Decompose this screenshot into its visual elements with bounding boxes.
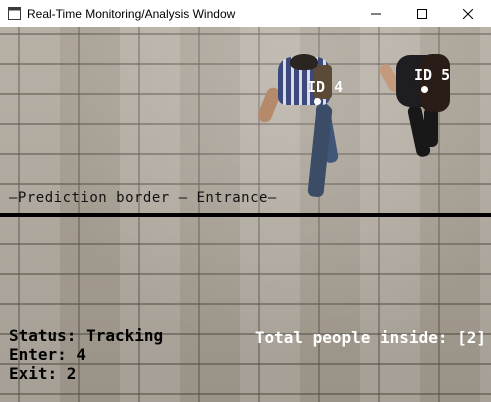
track-id-label: ID 4 (307, 78, 344, 96)
enter-count: Enter: 4 (9, 345, 87, 364)
window-title: Real-Time Monitoring/Analysis Window (27, 6, 236, 21)
entrance-border-line (0, 213, 491, 217)
close-button[interactable] (445, 0, 491, 27)
maximize-button[interactable] (399, 0, 445, 27)
track-id-label: ID 5 (414, 66, 451, 84)
prediction-border-label: —Prediction border — Entrance— (9, 190, 277, 206)
maximize-icon (417, 8, 427, 19)
minimize-button[interactable] (353, 0, 399, 27)
status-text: Status: Tracking (9, 326, 164, 345)
monitoring-window: Real-Time Monitoring/Analysis Window ID … (0, 0, 491, 402)
total-inside-count: Total people inside: [2] (254, 328, 486, 347)
video-frame: ID 4 ID 5 —Prediction border — Entrance—… (0, 27, 491, 402)
app-icon (7, 7, 21, 21)
minimize-icon (371, 13, 381, 14)
exit-count: Exit: 2 (9, 364, 77, 383)
track-centroid-dot (314, 98, 321, 105)
track-centroid-dot (421, 86, 428, 93)
close-icon (463, 8, 473, 19)
title-bar[interactable]: Real-Time Monitoring/Analysis Window (0, 0, 491, 27)
